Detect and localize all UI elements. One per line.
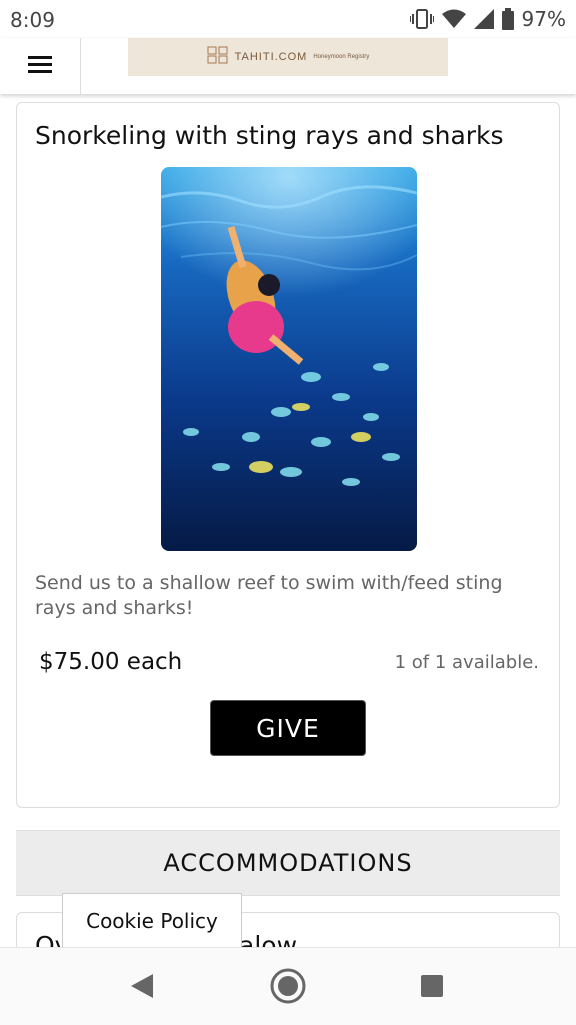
menu-button[interactable] (0, 38, 81, 94)
gift-title: Snorkeling with sting rays and sharks (35, 121, 504, 150)
gift-card: Snorkeling with sting rays and sharks Se… (16, 102, 560, 808)
app-header: TAHITI.COM Honeymoon Registry (0, 38, 576, 94)
section-header-accommodations[interactable]: ACCOMMODATIONS (16, 830, 560, 896)
gift-availability: 1 of 1 available. (394, 652, 539, 673)
status-icons: 97% (409, 7, 566, 31)
home-button[interactable] (268, 968, 308, 1008)
recents-square-icon (420, 974, 444, 1002)
logo-subtext: Honeymoon Registry (313, 54, 370, 60)
site-logo[interactable]: TAHITI.COM Honeymoon Registry (128, 38, 448, 76)
give-button[interactable]: GIVE (210, 700, 366, 756)
back-triangle-icon (129, 972, 155, 1004)
battery-icon (501, 8, 514, 30)
battery-percent: 97% (521, 7, 566, 31)
cookie-policy-button[interactable]: Cookie Policy (62, 893, 242, 948)
back-button[interactable] (122, 968, 162, 1008)
system-nav-bar (0, 947, 576, 1025)
gift-price: $75.00 each (39, 649, 183, 675)
recents-button[interactable] (412, 968, 452, 1008)
vibrate-icon (409, 8, 434, 30)
gift-image (161, 167, 417, 551)
logo-mark-icon (207, 46, 229, 68)
wifi-icon (441, 9, 466, 29)
signal-icon (473, 9, 494, 29)
status-time: 8:09 (10, 8, 55, 32)
gift-description: Send us to a shallow reef to swim with/f… (35, 572, 503, 619)
hamburger-icon (28, 54, 52, 78)
logo-text: TAHITI.COM (234, 51, 308, 63)
status-bar: 8:09 97% (0, 0, 576, 38)
home-circle-icon (270, 968, 306, 1008)
